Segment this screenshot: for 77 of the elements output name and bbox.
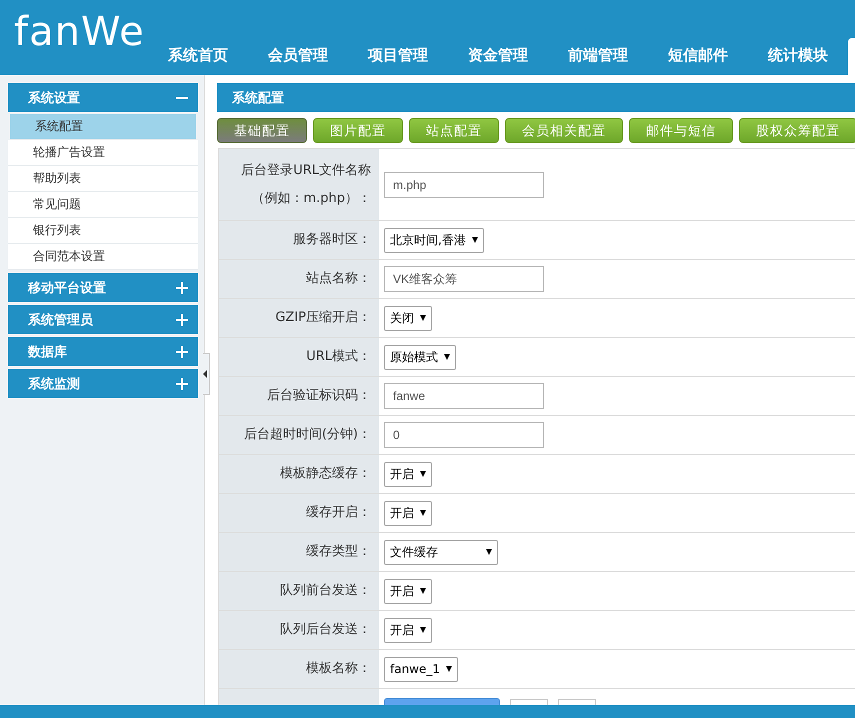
left-icon: [203, 370, 207, 378]
sidebar-group[interactable]: 系统管理员: [8, 305, 198, 334]
nav-item[interactable]: 短信邮件: [648, 46, 748, 64]
field-label: GZIP压缩开启：: [275, 309, 371, 327]
dropdown-icon: [486, 549, 492, 555]
dropdown-icon: [444, 354, 450, 360]
dropdown-icon: [446, 666, 452, 672]
input-field[interactable]: VK维客众筹: [384, 266, 544, 292]
select-field[interactable]: fanwe_1: [384, 656, 458, 682]
field-label: 模板静态缓存：: [280, 465, 371, 483]
dropdown-icon: [420, 627, 426, 633]
nav-item[interactable]: 项目管理: [348, 46, 448, 64]
field-label: 后台登录URL文件名称: [241, 162, 371, 180]
dropdown-icon: [420, 315, 426, 321]
sidebar-item[interactable]: 系统配置: [10, 114, 196, 140]
select-value: fanwe_1: [390, 662, 440, 676]
sidebar-group[interactable]: 系统监测: [8, 369, 198, 398]
select-field[interactable]: 文件缓存: [384, 540, 498, 564]
field-label: 队列后台发送：: [280, 621, 371, 639]
expand-icon: [176, 378, 188, 390]
nav-item[interactable]: 会员管理: [248, 46, 348, 64]
select-field[interactable]: 开启: [384, 578, 432, 604]
field-label: 后台验证标识码：: [267, 387, 371, 405]
select-field[interactable]: 关闭: [384, 306, 432, 330]
select-value: 北京时间,香港: [390, 232, 466, 248]
select-value: 关闭: [390, 310, 414, 326]
select-field[interactable]: 开启: [384, 618, 432, 642]
dropdown-icon: [420, 588, 426, 594]
sidebar-item[interactable]: 银行列表: [8, 218, 198, 244]
dropdown-icon: [420, 510, 426, 516]
group-title: 系统监测: [28, 376, 80, 392]
logo: fanWe: [14, 12, 145, 52]
sidebar-item[interactable]: 帮助列表: [8, 166, 198, 192]
nav-item[interactable]: 前端管理: [548, 46, 648, 64]
nav-item[interactable]: 系统首页: [148, 46, 248, 64]
dropdown-icon: [472, 237, 478, 243]
sidebar-item[interactable]: 常见问题: [8, 192, 198, 218]
dropdown-icon: [420, 471, 426, 477]
group-title: 移动平台设置: [28, 280, 106, 296]
select-value: 开启: [390, 504, 414, 522]
field-label: 队列前台发送：: [280, 582, 371, 600]
group-title: 数据库: [28, 344, 67, 360]
expand-icon: [176, 282, 188, 294]
select-value: 原始模式: [390, 348, 438, 366]
expand-icon: [176, 346, 188, 358]
field-label: 缓存开启：: [306, 504, 371, 522]
select-field[interactable]: 北京时间,香港: [384, 228, 484, 252]
select-field[interactable]: 开启: [384, 500, 432, 526]
expand-icon: [176, 314, 188, 326]
field-label: 后台超时时间(分钟)：: [244, 426, 371, 444]
field-label: 服务器时区：: [293, 231, 371, 249]
select-field[interactable]: 开启: [384, 462, 432, 486]
panel-title: 系统配置: [217, 83, 855, 112]
input-field[interactable]: 0: [384, 422, 544, 448]
field-label: URL模式：: [306, 348, 371, 366]
group-title: 系统管理员: [28, 312, 93, 328]
sidebar-item[interactable]: 合同范本设置: [8, 244, 198, 270]
select-value: 开启: [390, 466, 414, 482]
group-title: 系统设置: [28, 90, 80, 106]
nav-item[interactable]: 资金管理: [448, 46, 548, 64]
field-label: 模板名称：: [306, 660, 371, 678]
field-label: 缓存类型：: [306, 543, 371, 561]
field-label: 站点名称：: [306, 270, 371, 288]
select-value: 开启: [390, 622, 414, 638]
sidebar-item[interactable]: 轮播广告设置: [8, 140, 198, 166]
tab[interactable]: 基础配置: [217, 118, 307, 143]
nav-item[interactable]: 统计模块: [748, 46, 848, 64]
select-value: 文件缓存: [390, 544, 438, 560]
input-field[interactable]: m.php: [384, 172, 544, 198]
collapse-handle[interactable]: [203, 353, 210, 395]
sidebar-group[interactable]: 数据库: [8, 337, 198, 366]
sidebar-group[interactable]: 系统设置: [8, 83, 198, 112]
select-value: 开启: [390, 582, 414, 600]
sidebar-group[interactable]: 移动平台设置: [8, 273, 198, 302]
select-field[interactable]: 原始模式: [384, 344, 456, 370]
input-field[interactable]: fanwe: [384, 383, 544, 409]
field-label: （例如：m.php）：: [251, 190, 371, 208]
